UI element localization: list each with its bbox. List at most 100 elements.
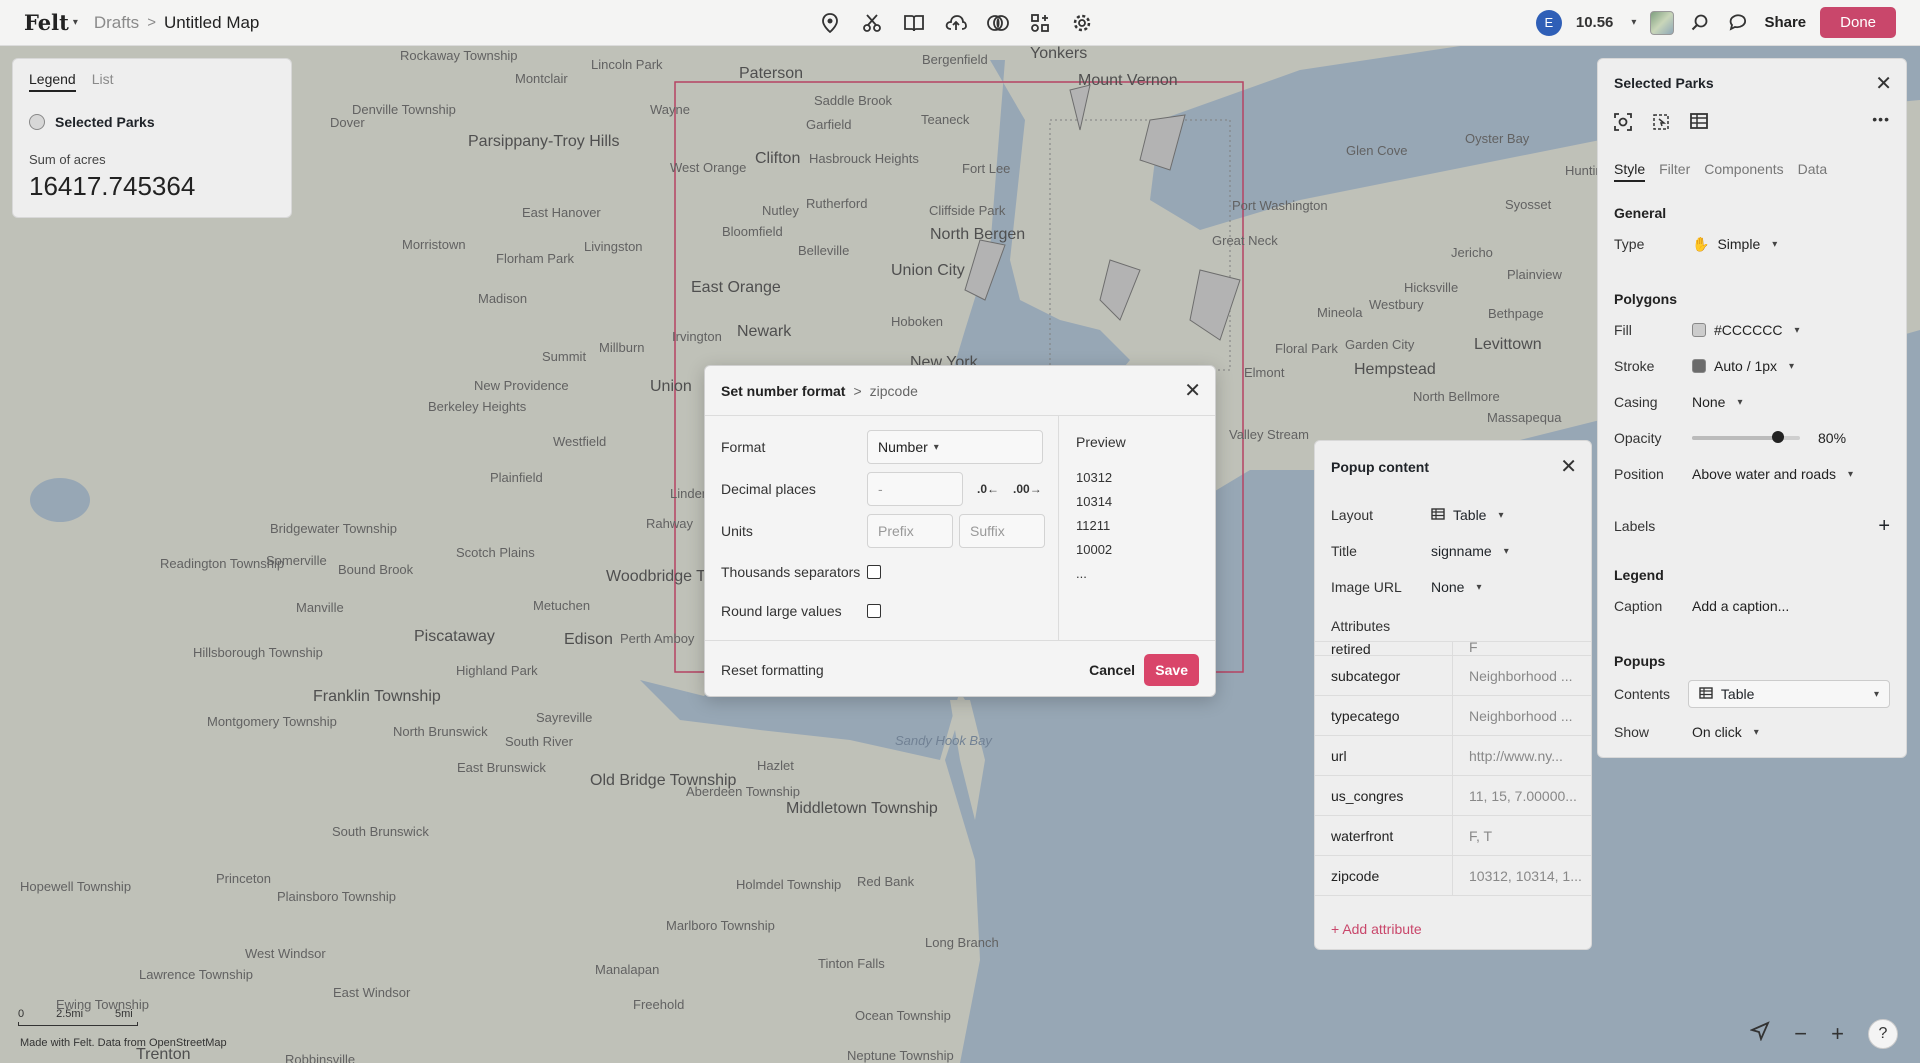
map-label-denville: Denville Township xyxy=(352,102,456,117)
table-row[interactable]: waterfront F, T xyxy=(1315,816,1591,856)
map-label-montclair: Montclair xyxy=(515,71,568,86)
table-row[interactable]: url http://www.ny... xyxy=(1315,736,1591,776)
prefix-input[interactable]: Prefix xyxy=(867,514,953,548)
number-format-dialog: Set number format > zipcode ✕ Format Num… xyxy=(704,365,1216,697)
decimal-input[interactable]: - xyxy=(867,472,963,506)
layout-select[interactable]: Table ▾ xyxy=(1431,507,1504,523)
upload-icon[interactable] xyxy=(944,11,968,35)
scissors-icon[interactable] xyxy=(860,11,884,35)
help-icon[interactable]: ? xyxy=(1868,1019,1898,1049)
more-options-icon[interactable]: ••• xyxy=(1872,111,1890,127)
contents-select[interactable]: Table ▾ xyxy=(1687,680,1890,708)
map-label-piscataway: Piscataway xyxy=(414,628,495,645)
map-label-glen-cove: Glen Cove xyxy=(1346,143,1408,158)
opacity-slider[interactable] xyxy=(1692,431,1800,443)
table-row[interactable]: us_congres 11, 15, 7.00000... xyxy=(1315,776,1591,816)
basemap-thumbnail[interactable] xyxy=(1650,10,1675,35)
zoom-in-icon[interactable]: + xyxy=(1831,1021,1844,1047)
map-label-robbinsville: Robbinsville xyxy=(285,1052,356,1063)
map-label-franklin: Franklin Township xyxy=(313,688,441,705)
map-title[interactable]: Untitled Map xyxy=(164,13,259,33)
close-icon[interactable]: ✕ xyxy=(1184,378,1201,403)
map-label-floral-park: Floral Park xyxy=(1275,341,1338,356)
fill-label: Fill xyxy=(1614,322,1632,338)
thousands-label: Thousands separators xyxy=(721,564,861,580)
stroke-value: Auto / 1px xyxy=(1714,358,1778,374)
tab-style[interactable]: Style xyxy=(1614,161,1646,182)
attribute-value: F, T xyxy=(1469,827,1493,844)
chevron-down-icon[interactable]: ▾ xyxy=(73,17,78,28)
type-select[interactable]: ✋ Simple ▾ xyxy=(1692,236,1777,253)
reset-formatting-button[interactable]: Reset formatting xyxy=(721,662,824,678)
scale-bar: 0 2.5mi 5mi xyxy=(18,1008,138,1026)
zoom-to-layer-icon[interactable] xyxy=(1614,113,1632,135)
decrease-decimals-icon[interactable]: .0← xyxy=(977,482,999,496)
map-label-tinton-falls: Tinton Falls xyxy=(818,956,885,971)
tab-data[interactable]: Data xyxy=(1798,161,1828,182)
chevron-down-icon[interactable]: ▾ xyxy=(1631,17,1636,28)
round-checkbox[interactable] xyxy=(867,604,881,618)
suffix-input[interactable]: Suffix xyxy=(959,514,1045,548)
pin-icon[interactable] xyxy=(818,11,842,35)
map-label-edison: Edison xyxy=(564,631,613,648)
add-labels-icon[interactable]: + xyxy=(1878,515,1890,538)
scale-tick: 5mi xyxy=(115,1008,133,1020)
felt-logo[interactable]: Felt xyxy=(24,10,69,35)
comment-icon[interactable] xyxy=(1726,11,1750,35)
legend-layer[interactable]: Selected Parks xyxy=(29,114,275,130)
table-row[interactable]: subcategor Neighborhood ... xyxy=(1315,656,1591,696)
tab-filter[interactable]: Filter xyxy=(1659,161,1690,182)
table-icon xyxy=(1431,507,1445,523)
labels-heading: Labels xyxy=(1614,518,1656,534)
search-icon[interactable] xyxy=(1688,11,1712,35)
caption-row: Caption Add a caption... xyxy=(1614,595,1890,617)
casing-label: Casing xyxy=(1614,394,1658,410)
opacity-slider-handle[interactable] xyxy=(1772,431,1785,443)
attribute-value: 11, 15, 7.00000... xyxy=(1469,787,1577,804)
stroke-select[interactable]: Auto / 1px ▾ xyxy=(1692,358,1794,374)
casing-select[interactable]: None ▾ xyxy=(1692,394,1743,410)
caption-input[interactable]: Add a caption... xyxy=(1692,598,1789,614)
map-label-irvington: Irvington xyxy=(672,329,722,344)
share-button[interactable]: Share xyxy=(1764,14,1806,31)
map-attribution[interactable]: Made with Felt. Data from OpenStreetMap xyxy=(20,1037,227,1049)
thousands-checkbox[interactable] xyxy=(867,565,881,579)
close-icon[interactable]: ✕ xyxy=(1560,454,1577,479)
blend-icon[interactable] xyxy=(986,11,1010,35)
save-button[interactable]: Save xyxy=(1144,653,1199,686)
zoom-level[interactable]: 10.56 xyxy=(1576,14,1614,31)
table-row[interactable]: zipcode 10312, 10314, 1... xyxy=(1315,856,1591,896)
format-select[interactable]: Number ▾ xyxy=(867,430,1043,464)
zoom-out-icon[interactable]: − xyxy=(1794,1021,1807,1047)
gear-icon[interactable] xyxy=(1070,11,1094,35)
breadcrumb-drafts[interactable]: Drafts xyxy=(94,13,139,33)
table-row[interactable]: retired F xyxy=(1315,642,1591,656)
table-row[interactable]: typecatego Neighborhood ... xyxy=(1315,696,1591,736)
popup-title-select[interactable]: signname ▾ xyxy=(1431,543,1509,559)
increase-decimals-icon[interactable]: .00→ xyxy=(1013,482,1042,496)
tab-list[interactable]: List xyxy=(92,71,114,92)
avatar[interactable]: E xyxy=(1535,9,1562,36)
preview-value: 10312 xyxy=(1076,470,1113,485)
tab-components[interactable]: Components xyxy=(1704,161,1783,182)
table-icon[interactable] xyxy=(1690,113,1708,135)
tab-legend[interactable]: Legend xyxy=(29,71,76,92)
map-label-north-bergen: North Bergen xyxy=(930,226,1026,243)
show-select[interactable]: On click ▾ xyxy=(1692,724,1759,740)
map-label-valley-stream: Valley Stream xyxy=(1229,427,1309,442)
locate-icon[interactable] xyxy=(1749,1021,1771,1047)
fill-select[interactable]: #CCCCCC ▾ xyxy=(1692,322,1799,338)
map-label-mount-vernon: Mount Vernon xyxy=(1078,72,1178,89)
cancel-button[interactable]: Cancel xyxy=(1089,662,1135,678)
select-features-icon[interactable] xyxy=(1652,113,1670,135)
preview-value: 11211 xyxy=(1076,518,1111,533)
add-attribute-button[interactable]: + Add attribute xyxy=(1331,921,1422,937)
map-label-ocean-township: Ocean Township xyxy=(855,1008,951,1023)
position-select[interactable]: Above water and roads ▾ xyxy=(1692,466,1853,482)
book-icon[interactable] xyxy=(902,11,926,35)
close-icon[interactable]: ✕ xyxy=(1875,71,1892,96)
done-button[interactable]: Done xyxy=(1820,7,1896,38)
map-label-north-bellmore: North Bellmore xyxy=(1413,389,1500,404)
image-url-select[interactable]: None ▾ xyxy=(1431,579,1482,595)
elements-icon[interactable] xyxy=(1028,11,1052,35)
